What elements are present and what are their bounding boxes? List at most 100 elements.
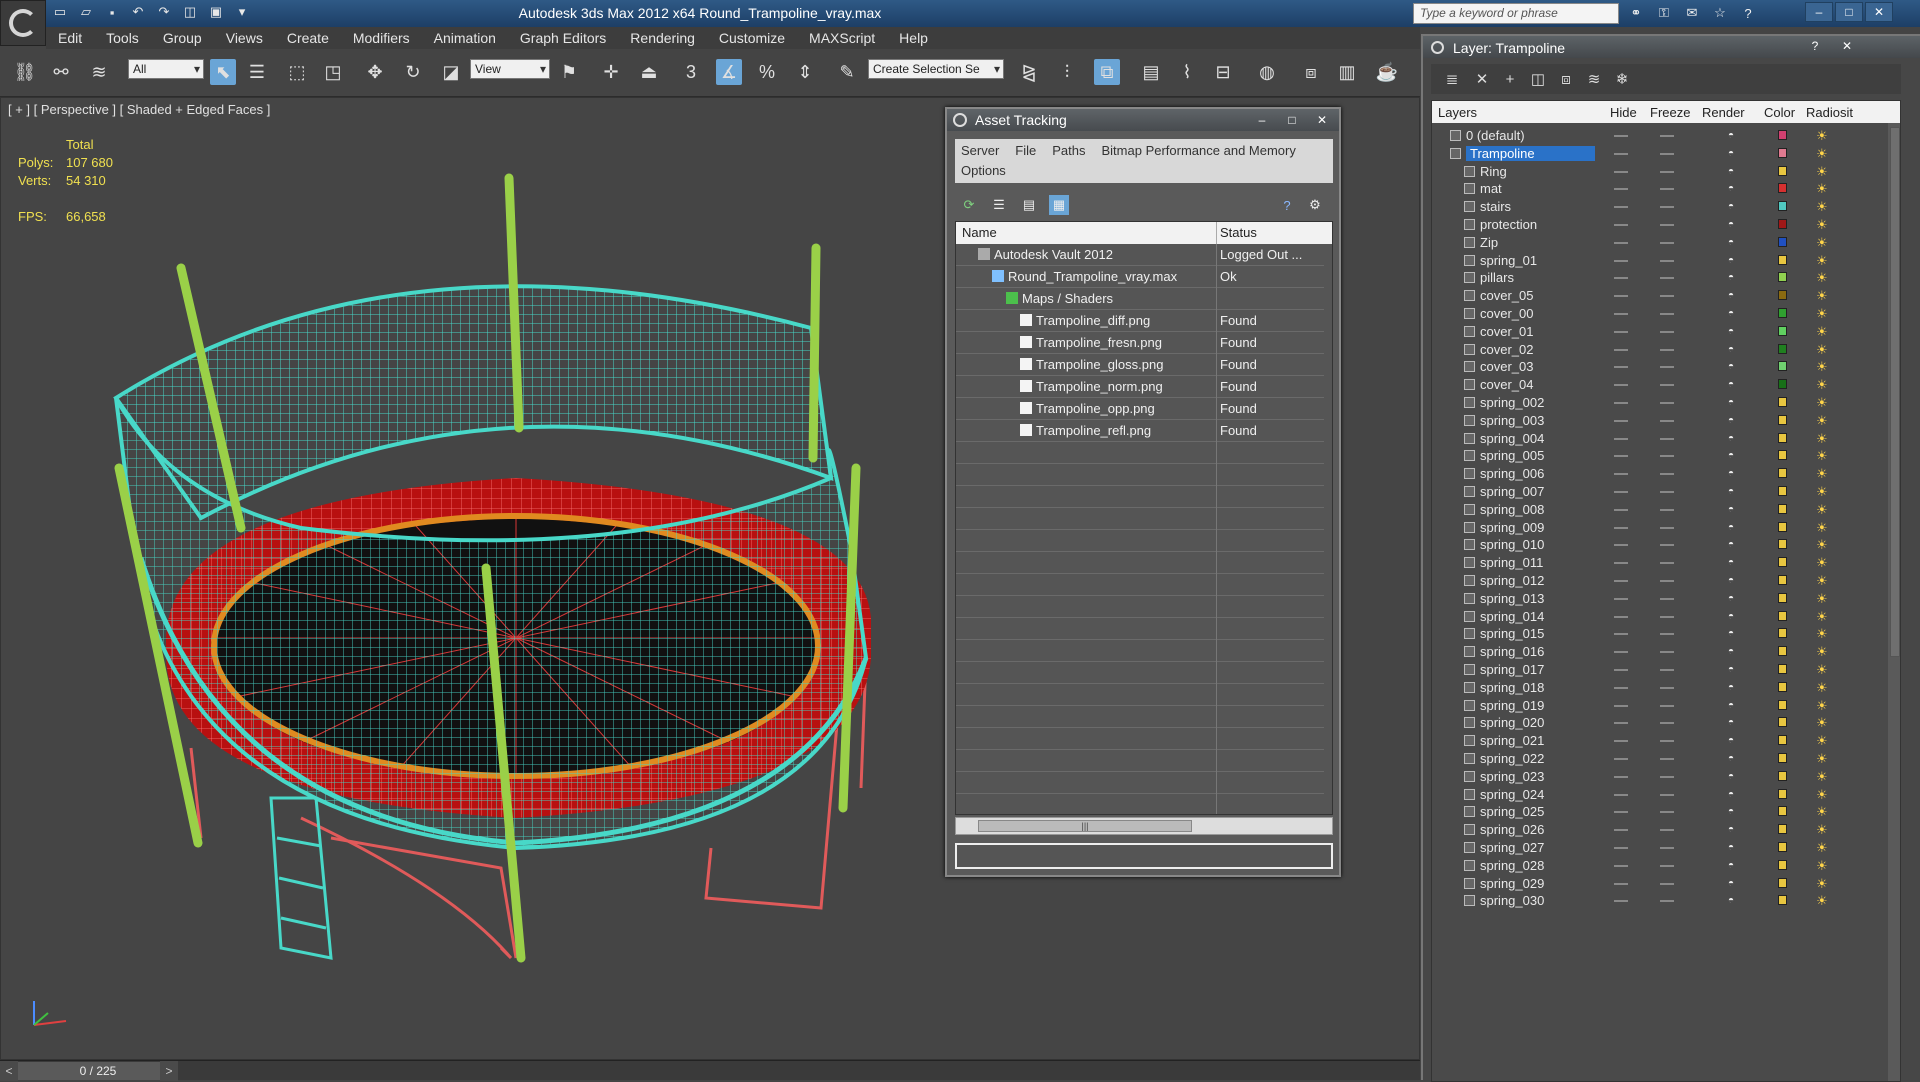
freeze-toggle[interactable] — [1660, 135, 1674, 137]
layer-name[interactable]: spring_006 — [1480, 466, 1544, 481]
hide-toggle[interactable] — [1614, 811, 1628, 814]
layer-color-swatch[interactable] — [1778, 646, 1787, 657]
render-teapot-icon[interactable]: ◓ — [1728, 646, 1740, 657]
layer-name[interactable]: spring_019 — [1480, 698, 1544, 713]
layer-name[interactable]: spring_025 — [1480, 804, 1544, 819]
asset-path-field[interactable] — [955, 843, 1333, 869]
freeze-toggle[interactable] — [1660, 686, 1674, 689]
asset-menu-server[interactable]: Server — [961, 143, 999, 158]
freeze-toggle[interactable] — [1660, 864, 1674, 867]
render-teapot-icon[interactable]: ◓ — [1728, 682, 1740, 693]
radiosity-icon[interactable]: ☀ — [1816, 146, 1832, 162]
render-teapot-icon[interactable]: ◓ — [1728, 717, 1740, 728]
layer-color-swatch[interactable] — [1778, 859, 1787, 870]
freeze-toggle[interactable] — [1660, 437, 1674, 440]
communication-icon[interactable]: ✉ — [1682, 3, 1702, 23]
layer-color-swatch[interactable] — [1778, 379, 1787, 390]
render-teapot-icon[interactable]: ◓ — [1728, 664, 1740, 675]
layer-color-swatch[interactable] — [1778, 717, 1787, 728]
hide-toggle[interactable] — [1614, 900, 1628, 903]
menu-group[interactable]: Group — [151, 30, 214, 46]
layer-color-swatch[interactable] — [1778, 272, 1787, 283]
asset-row[interactable] — [956, 618, 1324, 640]
freeze-toggle[interactable] — [1660, 580, 1674, 582]
layer-name[interactable]: pillars — [1480, 270, 1514, 285]
freeze-toggle[interactable] — [1660, 704, 1674, 707]
menu-graph-editors[interactable]: Graph Editors — [508, 30, 618, 46]
hide-toggle[interactable] — [1614, 864, 1628, 867]
layer-name[interactable]: cover_04 — [1480, 377, 1533, 392]
freeze-toggle[interactable] — [1660, 259, 1674, 262]
layer-name[interactable]: spring_012 — [1480, 573, 1544, 588]
hide-toggle[interactable] — [1614, 419, 1628, 422]
hide-toggle[interactable] — [1614, 170, 1628, 173]
render-teapot-icon[interactable]: ◓ — [1728, 148, 1740, 159]
render-teapot-icon[interactable]: ◓ — [1728, 183, 1740, 194]
radiosity-icon[interactable]: ☀ — [1816, 698, 1832, 714]
render-teapot-icon[interactable]: ◓ — [1728, 255, 1740, 266]
layer-color-swatch[interactable] — [1778, 788, 1787, 799]
radiosity-icon[interactable]: ☀ — [1816, 466, 1832, 482]
layer-color-swatch[interactable] — [1778, 681, 1787, 692]
asset-row[interactable] — [956, 684, 1324, 706]
radiosity-icon[interactable]: ☀ — [1816, 804, 1832, 820]
layer-color-swatch[interactable] — [1778, 539, 1787, 550]
layer-color-swatch[interactable] — [1778, 432, 1787, 443]
menu-create[interactable]: Create — [275, 30, 341, 46]
layer-col-radiosity[interactable]: Radiosit — [1806, 105, 1853, 120]
render-teapot-icon[interactable]: ◓ — [1728, 771, 1740, 782]
render-teapot-icon[interactable]: ◓ — [1728, 700, 1740, 711]
freeze-toggle[interactable] — [1660, 295, 1674, 298]
asset-menu-bitmap-performance[interactable]: Bitmap Performance and Memory — [1102, 143, 1296, 158]
render-teapot-icon[interactable]: ◓ — [1728, 611, 1740, 622]
layer-row[interactable]: spring_030 ◓ ☀ — [1432, 890, 1890, 912]
freeze-toggle[interactable] — [1660, 847, 1674, 849]
radiosity-icon[interactable]: ☀ — [1816, 288, 1832, 304]
render-teapot-icon[interactable]: ◓ — [1728, 450, 1740, 461]
asset-row[interactable] — [956, 508, 1324, 530]
time-slider-thumb[interactable]: 0 / 225 — [18, 1062, 178, 1080]
freeze-toggle[interactable] — [1660, 740, 1674, 743]
render-teapot-icon[interactable]: ◓ — [1728, 433, 1740, 444]
freeze-toggle[interactable] — [1660, 330, 1674, 333]
layer-name[interactable]: Trampoline — [1466, 145, 1595, 161]
time-next-button[interactable]: > — [160, 1061, 178, 1081]
freeze-toggle[interactable] — [1660, 188, 1674, 191]
asset-scroll-thumb[interactable]: ||| — [978, 820, 1192, 832]
keyboard-shortcut-override-icon[interactable]: ⏏ — [636, 59, 662, 85]
radiosity-icon[interactable]: ☀ — [1816, 520, 1832, 536]
radiosity-icon[interactable]: ☀ — [1816, 448, 1832, 464]
layer-color-swatch[interactable] — [1778, 503, 1787, 514]
subscription-icon[interactable]: ⚿ — [1654, 3, 1674, 23]
freeze-toggle[interactable] — [1660, 384, 1674, 387]
menu-modifiers[interactable]: Modifiers — [341, 30, 422, 46]
render-teapot-icon[interactable]: ◓ — [1728, 361, 1740, 372]
asset-row[interactable] — [956, 640, 1324, 662]
radiosity-icon[interactable]: ☀ — [1816, 395, 1832, 411]
layer-name[interactable]: spring_01 — [1480, 253, 1537, 268]
radiosity-icon[interactable]: ☀ — [1816, 181, 1832, 197]
add-to-layer-icon[interactable]: + — [1499, 68, 1521, 90]
favorites-star-icon[interactable]: ☆ — [1710, 3, 1730, 23]
render-teapot-icon[interactable]: ◓ — [1728, 575, 1740, 586]
hide-toggle[interactable] — [1614, 277, 1628, 280]
angle-snap-icon[interactable]: ∡ — [716, 59, 742, 85]
radiosity-icon[interactable]: ☀ — [1816, 342, 1832, 358]
hide-toggle[interactable] — [1614, 508, 1628, 511]
radiosity-icon[interactable]: ☀ — [1816, 377, 1832, 393]
render-teapot-icon[interactable]: ◓ — [1728, 201, 1740, 212]
hide-toggle[interactable] — [1614, 544, 1628, 547]
asset-row[interactable]: Trampoline_gloss.png Found — [956, 354, 1324, 376]
layer-color-swatch[interactable] — [1778, 343, 1787, 354]
hide-toggle[interactable] — [1614, 847, 1628, 849]
layer-name[interactable]: spring_013 — [1480, 591, 1544, 606]
bind-space-warp-icon[interactable]: ≋ — [86, 59, 112, 85]
layer-col-layers[interactable]: Layers — [1438, 105, 1477, 120]
menu-customize[interactable]: Customize — [707, 30, 797, 46]
freeze-toggle[interactable] — [1660, 206, 1674, 209]
asset-row[interactable]: Maps / Shaders — [956, 288, 1324, 310]
render-teapot-icon[interactable]: ◓ — [1728, 824, 1740, 835]
menu-edit[interactable]: Edit — [46, 30, 94, 46]
asset-menu-paths[interactable]: Paths — [1052, 143, 1085, 158]
layer-name[interactable]: cover_01 — [1480, 324, 1533, 339]
